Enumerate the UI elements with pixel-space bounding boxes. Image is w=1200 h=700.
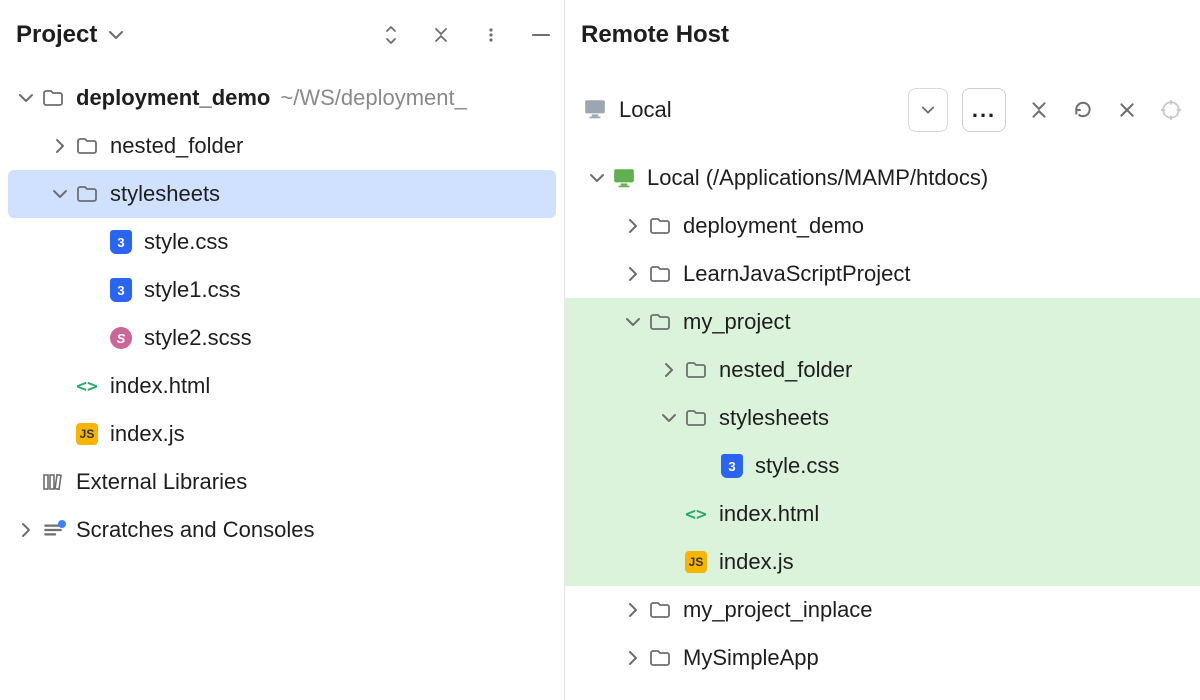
monitor-icon (611, 165, 637, 191)
tree-item-remote-stylesheets[interactable]: stylesheets (565, 394, 1200, 442)
tree-item-label: style.css (144, 229, 228, 255)
tree-item-label: style.css (755, 453, 839, 479)
tree-item-label: LearnJavaScriptProject (683, 261, 910, 287)
tree-item-label: deployment_demo (683, 213, 864, 239)
remote-panel-title: Remote Host (581, 21, 729, 49)
tree-item-remote-index-js[interactable]: JS index.js (565, 538, 1200, 586)
tree-item-nested-folder[interactable]: nested_folder (0, 122, 564, 170)
tree-item-label: MySimpleApp (683, 645, 819, 671)
remote-panel-header: Remote Host (565, 0, 1200, 70)
remote-host-selector-label: Local (619, 97, 672, 123)
remote-host-dropdown-button[interactable] (908, 88, 948, 132)
expand-collapse-icon[interactable] (380, 24, 402, 46)
collapse-all-icon[interactable] (430, 24, 452, 46)
tree-item-deployment-demo[interactable]: deployment_demo (565, 202, 1200, 250)
tree-item-label: style1.css (144, 277, 241, 303)
folder-icon (647, 309, 673, 335)
project-root-name: deployment_demo (76, 85, 270, 111)
browse-button[interactable]: ... (962, 88, 1006, 132)
css-file-icon: 3 (108, 229, 134, 255)
tree-item-style1-css[interactable]: 3 style1.css (0, 266, 564, 314)
project-panel-header: Project (0, 0, 564, 70)
tree-item-my-project[interactable]: my_project (565, 298, 1200, 346)
tree-item-label: index.html (110, 373, 210, 399)
refresh-icon[interactable] (1072, 99, 1094, 121)
chevron-right-icon[interactable] (655, 356, 683, 384)
more-options-icon[interactable] (480, 24, 502, 46)
chevron-right-icon[interactable] (619, 260, 647, 288)
chevron-down-icon[interactable] (105, 24, 127, 46)
html-file-icon: <> (683, 501, 709, 527)
tree-item-style-css[interactable]: 3 style.css (0, 218, 564, 266)
remote-host-selector[interactable]: Local (583, 97, 894, 123)
folder-icon (647, 261, 673, 287)
folder-icon (74, 181, 100, 207)
remote-host-panel: Remote Host Local ... Local (/Appli (565, 0, 1200, 700)
tree-item-label: index.js (110, 421, 185, 447)
tree-item-index-html[interactable]: <> index.html (0, 362, 564, 410)
tree-item-label: stylesheets (110, 181, 220, 207)
css-file-icon: 3 (719, 453, 745, 479)
library-icon (40, 469, 66, 495)
folder-icon (683, 357, 709, 383)
js-file-icon: JS (683, 549, 709, 575)
monitor-icon (583, 97, 609, 123)
css-file-icon: 3 (108, 277, 134, 303)
tree-item-stylesheets[interactable]: stylesheets (8, 170, 556, 218)
tree-item-label: my_project (683, 309, 791, 335)
folder-icon (647, 213, 673, 239)
tree-item-remote-root[interactable]: Local (/Applications/MAMP/htdocs) (565, 154, 1200, 202)
tree-item-scratches[interactable]: Scratches and Consoles (0, 506, 564, 554)
chevron-down-icon[interactable] (655, 404, 683, 432)
folder-icon (74, 133, 100, 159)
html-file-icon: <> (74, 373, 100, 399)
tree-item-external-libraries[interactable]: External Libraries (0, 458, 564, 506)
chevron-down-icon[interactable] (619, 308, 647, 336)
chevron-right-icon[interactable] (12, 516, 40, 544)
tree-item-label: my_project_inplace (683, 597, 873, 623)
folder-icon (647, 645, 673, 671)
tree-item-label: index.js (719, 549, 794, 575)
chevron-down-icon[interactable] (46, 180, 74, 208)
tree-item-remote-nested-folder[interactable]: nested_folder (565, 346, 1200, 394)
chevron-right-icon[interactable] (46, 132, 74, 160)
hide-panel-icon[interactable] (530, 24, 552, 46)
chevron-right-icon[interactable] (619, 596, 647, 624)
tree-item-label: Scratches and Consoles (76, 517, 314, 543)
tree-item-label: stylesheets (719, 405, 829, 431)
collapse-all-icon[interactable] (1028, 99, 1050, 121)
project-panel: Project deployment_demo ~/WS/deployment_ (0, 0, 565, 700)
tree-item-remote-style-css[interactable]: 3 style.css (565, 442, 1200, 490)
chevron-down-icon[interactable] (583, 164, 611, 192)
folder-icon (683, 405, 709, 431)
js-file-icon: JS (74, 421, 100, 447)
scratches-icon (40, 517, 66, 543)
chevron-right-icon[interactable] (619, 644, 647, 672)
tree-item-project-root[interactable]: deployment_demo ~/WS/deployment_ (0, 74, 564, 122)
project-panel-title: Project (16, 21, 97, 49)
tree-item-learn-js[interactable]: LearnJavaScriptProject (565, 250, 1200, 298)
remote-tree: Local (/Applications/MAMP/htdocs) deploy… (565, 150, 1200, 682)
project-tree: deployment_demo ~/WS/deployment_ nested_… (0, 70, 564, 554)
close-icon[interactable] (1116, 99, 1138, 121)
tree-item-label: index.html (719, 501, 819, 527)
scss-file-icon: S (108, 325, 134, 351)
tree-item-remote-index-html[interactable]: <> index.html (565, 490, 1200, 538)
remote-toolbar: Local ... (565, 70, 1200, 150)
tree-item-label: nested_folder (719, 357, 852, 383)
crosshair-icon[interactable] (1160, 99, 1182, 121)
chevron-right-icon[interactable] (619, 212, 647, 240)
chevron-down-icon[interactable] (12, 84, 40, 112)
project-root-path: ~/WS/deployment_ (280, 85, 466, 111)
tree-item-my-project-inplace[interactable]: my_project_inplace (565, 586, 1200, 634)
folder-icon (647, 597, 673, 623)
tree-item-label: Local (/Applications/MAMP/htdocs) (647, 165, 988, 191)
tree-item-index-js[interactable]: JS index.js (0, 410, 564, 458)
folder-icon (40, 85, 66, 111)
tree-item-label: External Libraries (76, 469, 247, 495)
tree-item-style2-scss[interactable]: S style2.scss (0, 314, 564, 362)
tree-item-mysimpleapp[interactable]: MySimpleApp (565, 634, 1200, 682)
tree-item-label: nested_folder (110, 133, 243, 159)
tree-item-label: style2.scss (144, 325, 252, 351)
